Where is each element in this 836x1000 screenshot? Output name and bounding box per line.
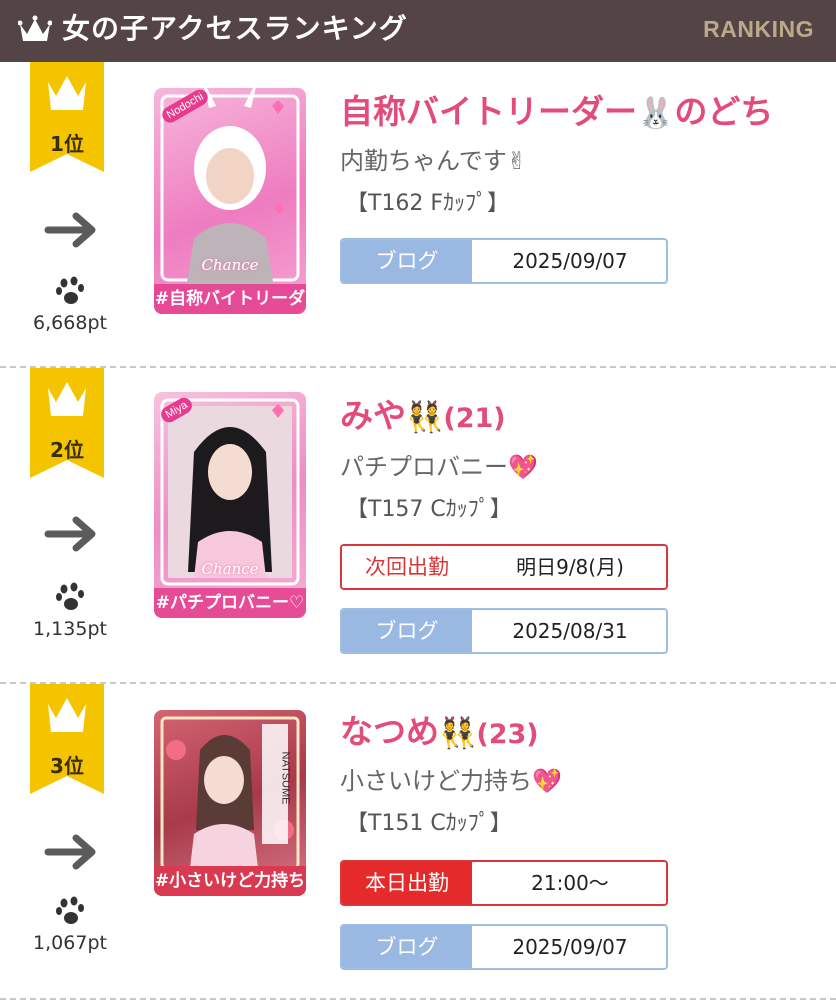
name-text: みや [340,396,406,435]
points-value: 1,067pt [33,932,107,954]
catchphrase: 内勤ちゃんです✌ [340,147,527,175]
blog-date: 2025/08/31 [512,619,628,643]
profile-photo[interactable]: NATSUME #小さいけど力持ち [154,710,306,896]
blog-date: 2025/09/07 [512,935,628,959]
blog-link[interactable]: ブログ 2025/09/07 [340,924,668,970]
photo-brand: Chance [201,256,259,274]
ranking-entry[interactable]: 1位 6,668pt Nodochi Chance #自称バイトリーダー 自称バ… [0,62,836,366]
schedule-value: 明日9/8(月) [516,555,624,579]
rank-number: 1位 [50,132,84,156]
body-spec: 【T151 Cｶｯﾌﾟ】 [346,811,512,836]
photo-tag: #パチプロバニー♡ [154,588,306,618]
photo-tag: #自称バイトリーダー [154,284,306,314]
blog-label: ブログ [342,240,472,282]
photo-illustration [160,398,300,586]
body-spec: 【T157 Cｶｯﾌﾟ】 [346,497,512,522]
bunny-dancers-emoji: 👯 [439,716,477,751]
girl-age: (21) [443,403,506,434]
points-value: 1,135pt [33,618,107,640]
photo-illustration [160,88,300,288]
arrow-right-icon [44,212,96,248]
blog-date: 2025/09/07 [512,249,628,273]
girl-name[interactable]: 自称バイトリーダー🐰のどち [340,92,773,134]
rank-ribbon: 2位 [30,368,104,478]
arrow-right-icon [44,834,96,870]
blog-link[interactable]: ブログ 2025/08/31 [340,608,668,654]
profile-photo[interactable]: Nodochi Chance #自称バイトリーダー [154,88,306,314]
body-spec: 【T162 Fｶｯﾌﾟ】 [346,191,510,216]
catchphrase: 小さいけど力持ち💖 [340,767,562,795]
bunny-dancers-emoji: 👯 [406,400,444,435]
points-value: 6,668pt [33,312,107,334]
rank-number: 2位 [50,438,84,462]
girl-name[interactable]: なつめ👯(23) [340,712,539,755]
girl-name[interactable]: みや👯(21) [340,396,506,439]
blog-label: ブログ [342,926,472,968]
bunny-emoji: 🐰 [637,96,675,131]
girl-age: (23) [476,719,539,750]
profile-photo[interactable]: Miya Chance #パチプロバニー♡ [154,392,306,618]
schedule-box[interactable]: 次回出勤 明日9/8(月) [340,544,668,590]
name-text: なつめ [340,712,439,751]
paw-icon [56,276,84,304]
schedule-label: 本日出勤 [342,862,472,904]
catchphrase: パチプロバニー💖 [340,453,538,481]
rank-ribbon: 1位 [30,62,104,172]
name-text: 自称バイトリーダー [340,92,637,131]
schedule-box[interactable]: 本日出勤 21:00〜 [340,860,668,906]
paw-icon [56,896,84,924]
ranking-label: RANKING [703,16,814,42]
photo-nickname: NATSUME [279,751,292,805]
ranking-entry[interactable]: 3位 1,067pt NATSUME #小さいけど力持ち なつめ👯(23) 小さ… [0,684,836,1000]
schedule-label: 次回出勤 [342,546,472,588]
arrow-right-icon [44,516,96,552]
page-title: 女の子アクセスランキング [62,12,408,45]
ranking-entry[interactable]: 2位 1,135pt Miya Chance #パチプロバニー♡ みや👯(21)… [0,368,836,682]
rank-number: 3位 [50,754,84,778]
blog-label: ブログ [342,610,472,652]
paw-icon [56,582,84,610]
photo-tag: #小さいけど力持ち [154,866,306,896]
photo-brand: Chance [201,560,259,578]
schedule-value: 21:00〜 [531,871,609,895]
crown-icon [18,15,52,41]
rank-ribbon: 3位 [30,684,104,794]
ranking-header: 女の子アクセスランキング RANKING [0,0,836,62]
blog-link[interactable]: ブログ 2025/09/07 [340,238,668,284]
name-text-after: のどち [674,92,774,131]
